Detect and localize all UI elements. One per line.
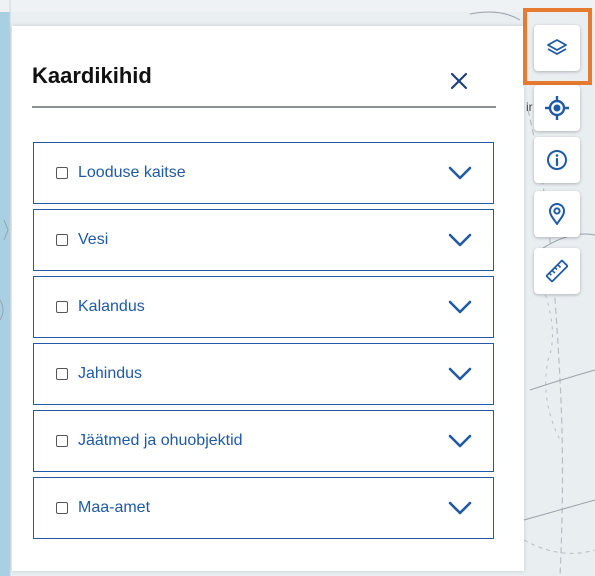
chevron-down-icon[interactable] [445,292,475,322]
layer-label: Maa-amet [78,499,151,516]
layer-row-vesi[interactable]: Vesi [33,209,494,271]
panel-title: Kaardikihid [32,63,152,88]
map-place-label: ir [526,100,533,114]
layer-row-looduse-kaitse[interactable]: Looduse kaitse [33,142,494,204]
locate-tool-button[interactable] [534,85,580,131]
layer-label: Vesi [78,231,109,248]
layer-row-kalandus[interactable]: Kalandus [33,276,494,338]
locate-icon [545,96,569,120]
info-tool-button[interactable] [534,137,580,183]
chevron-down-icon[interactable] [445,225,475,255]
close-button[interactable] [444,66,474,96]
layer-label: Kalandus [78,298,145,315]
close-icon [450,72,468,90]
layer-label: Jäätmed ja ohuobjektid [78,432,243,449]
layer-checkbox[interactable] [56,301,68,313]
layer-label: Jahindus [78,365,143,382]
layer-row-jaatmed[interactable]: Jäätmed ja ohuobjektid [33,410,494,472]
chevron-down-icon[interactable] [445,493,475,523]
layers-icon [547,39,567,55]
location-pin-tool-button[interactable] [534,191,580,237]
layer-checkbox[interactable] [56,234,68,246]
chevron-down-icon[interactable] [445,426,475,456]
ruler-icon [545,259,569,283]
info-icon [547,150,567,170]
layer-row-jahindus[interactable]: Jahindus [33,343,494,405]
layer-checkbox[interactable] [56,435,68,447]
title-divider [32,106,496,108]
layer-checkbox[interactable] [56,368,68,380]
location-pin-icon [549,203,565,225]
chevron-down-icon[interactable] [445,158,475,188]
layer-checkbox[interactable] [56,167,68,179]
layer-label: Looduse kaitse [78,164,186,181]
layer-checkbox[interactable] [56,502,68,514]
layers-tool-button[interactable] [534,25,580,71]
measure-tool-button[interactable] [534,248,580,294]
chevron-down-icon[interactable] [445,359,475,389]
layer-row-maa-amet[interactable]: Maa-amet [33,477,494,539]
